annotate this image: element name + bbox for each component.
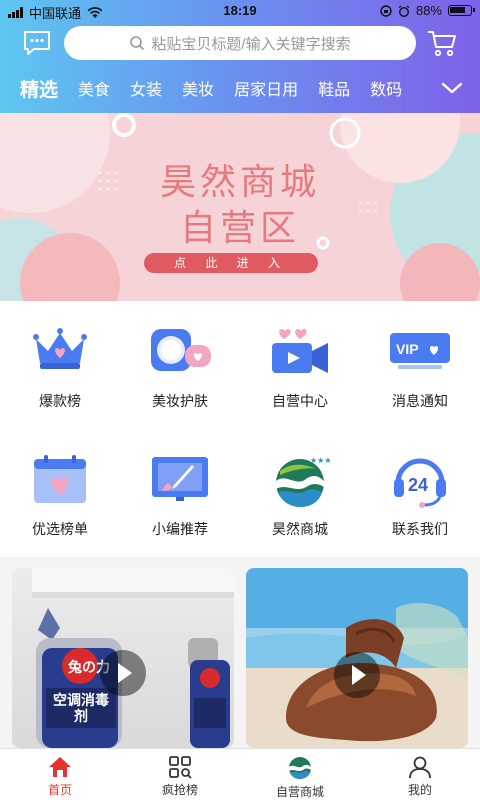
calendar-heart-icon [34, 455, 86, 503]
grid-search-icon [169, 756, 192, 779]
compact-mirror-icon [151, 329, 211, 371]
grid-item-editor[interactable]: 小编推荐 [120, 439, 240, 539]
video-camera-icon [272, 329, 328, 373]
product-feed: 兔の力 空调消毒剂 [0, 568, 480, 748]
grid-label: 优选榜单 [32, 521, 88, 537]
crown-icon [33, 328, 87, 369]
feature-grid: 爆款榜 美妆护肤 自营中心 VIP 消息通知 优选榜单 小编推荐 ★★★ 昊然商… [0, 301, 480, 557]
category-tab[interactable]: 居家日用 [234, 76, 298, 100]
grid-label: 爆款榜 [39, 393, 81, 409]
headset-24-icon: 24 [394, 458, 446, 508]
search-icon [130, 36, 145, 51]
svg-text:★★★: ★★★ [310, 456, 330, 465]
tab-mine[interactable]: 我的 [360, 749, 480, 800]
grid-item-beauty[interactable]: 美妆护肤 [120, 311, 240, 411]
grid-item-contact[interactable]: 24 联系我们 [360, 439, 480, 539]
user-icon [409, 756, 431, 779]
tab-label: 疯抢榜 [161, 783, 198, 797]
grid-label: 自营中心 [272, 393, 328, 409]
header: 中国联通 18:19 88% 粘贴宝贝标题/输入关键字搜索 精选 美食 女装 美… [0, 0, 480, 113]
promo-banner[interactable]: 昊然商城 自营区 点 此 进 入 [0, 113, 480, 301]
grid-item-self-operated[interactable]: 自营中心 [240, 311, 360, 411]
wave-globe-icon [289, 757, 311, 779]
tab-home[interactable]: 首页 [0, 749, 120, 800]
home-icon [49, 757, 71, 777]
play-icon[interactable] [334, 652, 380, 698]
tab-label: 首页 [47, 783, 72, 797]
cart-icon[interactable] [426, 28, 458, 58]
category-bar: 精选 美食 女装 美妆 居家日用 鞋品 数码 [0, 70, 480, 106]
category-tab[interactable]: 女装 [130, 76, 162, 100]
grid-label: 美妆护肤 [152, 393, 208, 409]
tab-rush-list[interactable]: 疯抢榜 [120, 749, 240, 800]
bottom-tab-bar: 首页 疯抢榜 自营商城 我的 [0, 748, 480, 800]
alarm-icon [398, 4, 410, 17]
grid-label: 昊然商城 [272, 521, 328, 537]
vip-card-icon: VIP [390, 333, 450, 369]
grid-item-mall[interactable]: ★★★ 昊然商城 [240, 439, 360, 539]
banner-subtitle: 自营区 [179, 207, 300, 248]
search-input[interactable]: 粘贴宝贝标题/输入关键字搜索 [64, 26, 416, 60]
grid-item-hot[interactable]: 爆款榜 [0, 311, 120, 411]
category-tab[interactable]: 美食 [78, 76, 110, 100]
grid-item-notice[interactable]: VIP 消息通知 [360, 311, 480, 411]
grid-label: 消息通知 [392, 393, 448, 409]
tab-label: 我的 [407, 783, 432, 797]
product-left-title: 空调消毒剂 [53, 692, 109, 724]
category-tab[interactable]: 精选 [20, 75, 58, 102]
play-icon[interactable] [100, 650, 146, 696]
rotation-lock-icon [380, 4, 392, 17]
svg-text:VIP: VIP [396, 341, 419, 357]
category-tab[interactable]: 美妆 [182, 76, 214, 100]
product-card[interactable] [246, 568, 468, 748]
category-tab[interactable]: 鞋品 [318, 76, 350, 100]
battery-percent: 88% [415, 3, 442, 18]
grid-item-picks[interactable]: 优选榜单 [0, 439, 120, 539]
grid-label: 小编推荐 [152, 521, 208, 537]
svg-text:24: 24 [408, 475, 428, 495]
banner-title: 昊然商城 [159, 161, 320, 202]
grid-label: 联系我们 [392, 521, 448, 537]
wave-globe-icon: ★★★ [276, 456, 330, 507]
product-card[interactable]: 兔の力 空调消毒剂 [12, 568, 234, 748]
message-icon[interactable] [22, 29, 52, 57]
tab-label: 自营商城 [275, 785, 324, 799]
status-bar: 中国联通 18:19 88% [0, 0, 480, 24]
battery-icon [448, 5, 475, 16]
category-tab[interactable]: 数码 [370, 76, 402, 100]
tab-self-mall[interactable]: 自营商城 [240, 749, 360, 800]
chevron-down-icon[interactable] [440, 76, 464, 100]
enter-button[interactable]: 点 此 进 入 [144, 253, 318, 273]
search-placeholder: 粘贴宝贝标题/输入关键字搜索 [151, 35, 351, 53]
paint-brush-icon [152, 457, 208, 501]
